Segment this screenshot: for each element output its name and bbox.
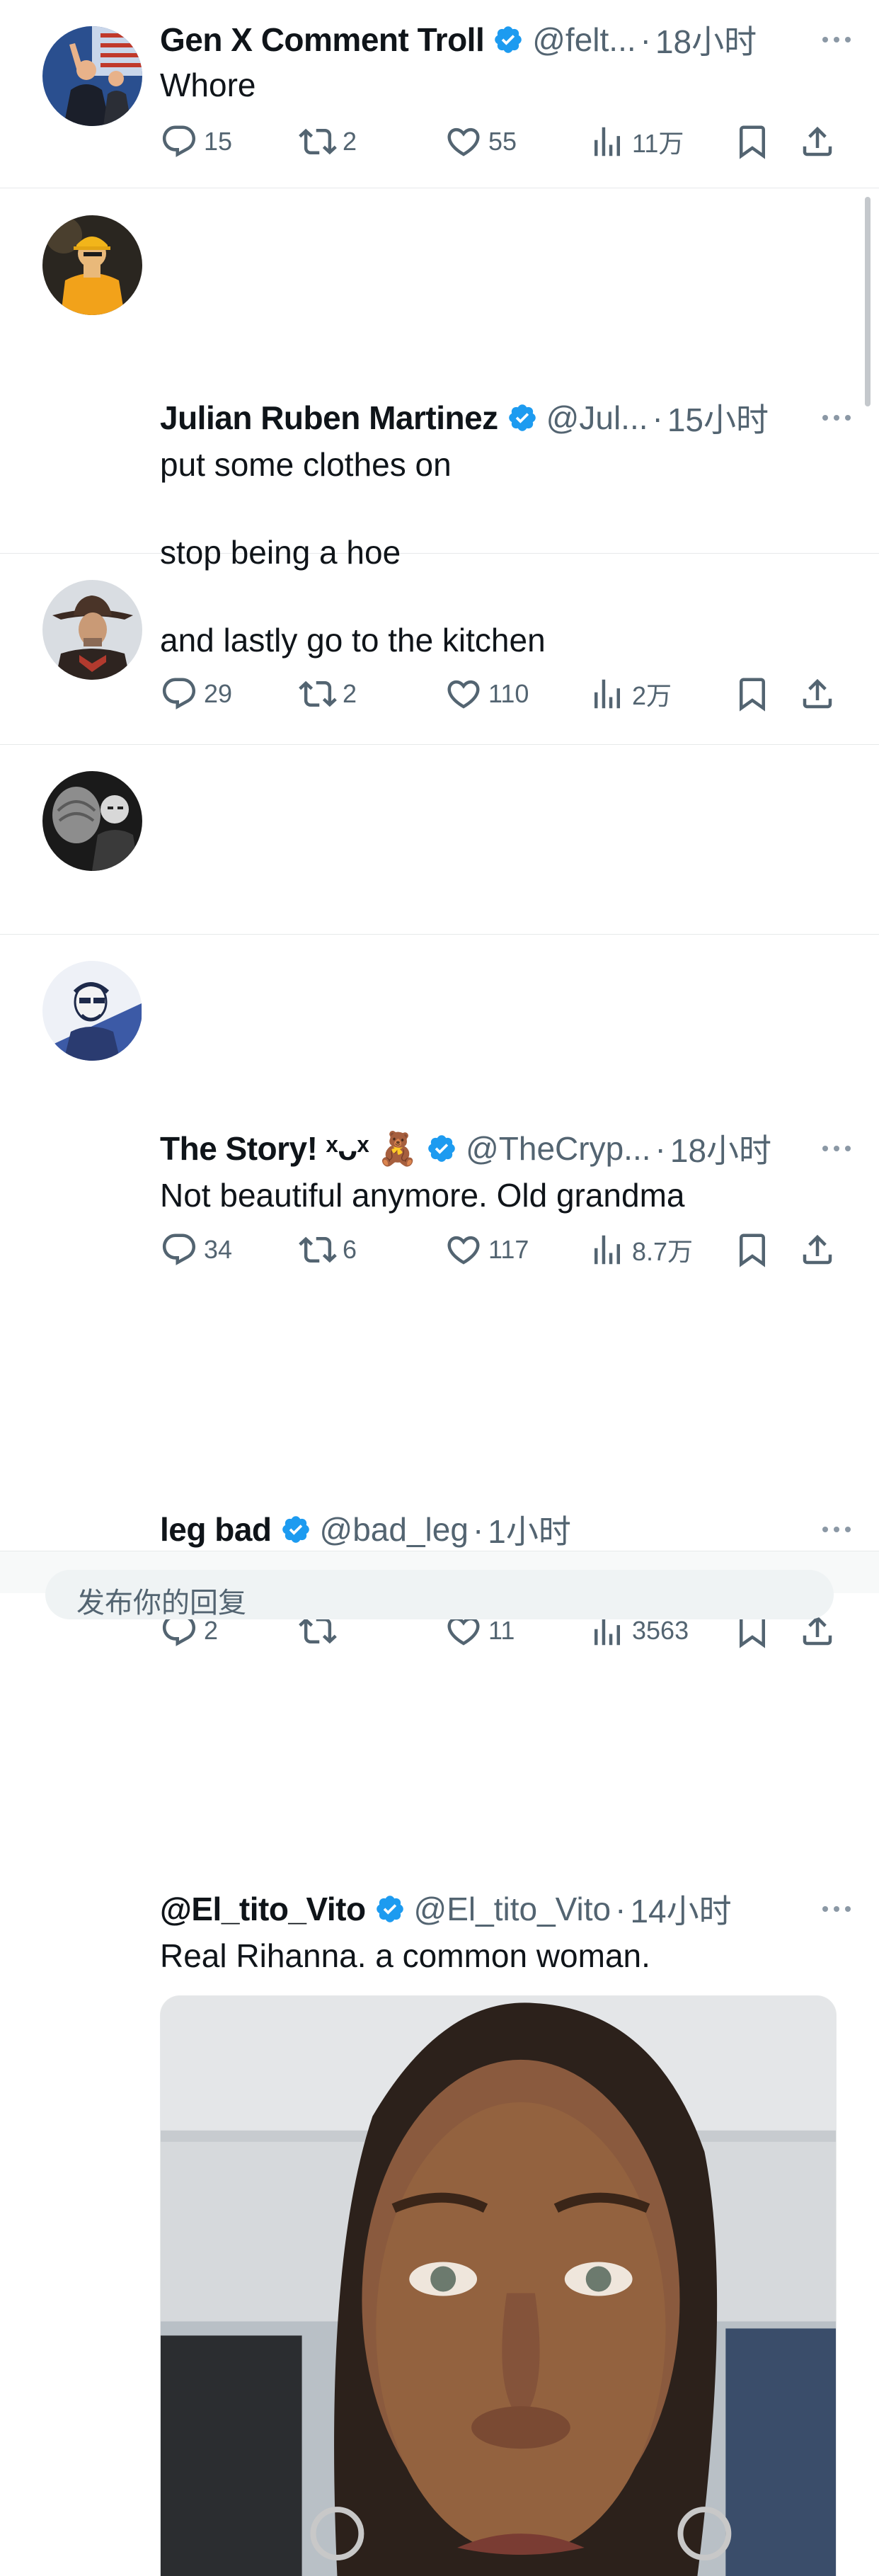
- avatar-photo-icon: [42, 215, 142, 315]
- bookmark-button[interactable]: [733, 120, 771, 163]
- avatar[interactable]: [42, 26, 142, 126]
- like-button[interactable]: 55: [444, 120, 517, 163]
- tweet-actions: 15 2 55 11万: [160, 120, 837, 163]
- avatar[interactable]: [42, 771, 142, 871]
- avatar[interactable]: [42, 961, 142, 1061]
- avatar-photo-icon: [42, 771, 142, 871]
- avatar[interactable]: [42, 215, 142, 315]
- tweet-photo[interactable]: [160, 1995, 837, 2576]
- tweet-header: Gen X Comment Troll @felt... · 18小时: [160, 18, 851, 61]
- separator-dot: ·: [652, 399, 663, 436]
- reply-placeholder: 发布你的回复: [76, 1588, 246, 1619]
- author-name[interactable]: Julian Ruben Martinez: [160, 399, 498, 437]
- more-options-icon[interactable]: [822, 397, 851, 439]
- like-count: 55: [488, 127, 517, 156]
- avatar[interactable]: [42, 580, 142, 680]
- timeline-feed: Gen X Comment Troll @felt... · 18小时 Whor…: [0, 0, 879, 2576]
- heart-icon: [447, 127, 480, 156]
- verified-badge-icon: [508, 404, 536, 431]
- share-button[interactable]: [798, 120, 837, 163]
- tweet-header: @El_tito_Vito @El_tito_Vito · 14小时: [160, 1888, 851, 1930]
- views-icon: [594, 127, 620, 156]
- timestamp[interactable]: 18小时: [655, 16, 757, 63]
- reply-input[interactable]: 发布你的回复: [45, 1570, 834, 1619]
- verified-badge-icon: [495, 26, 522, 53]
- reply-icon: [162, 125, 196, 157]
- verified-badge-icon: [376, 1896, 403, 1922]
- timestamp[interactable]: 15小时: [667, 394, 769, 441]
- timestamp[interactable]: 14小时: [630, 1886, 731, 1932]
- share-icon: [803, 126, 832, 156]
- portrait-photo-icon: [161, 1996, 836, 2576]
- author-name[interactable]: Gen X Comment Troll: [160, 21, 485, 59]
- tweet-text: Whore: [160, 67, 256, 103]
- repost-button[interactable]: 2: [299, 120, 357, 163]
- more-options-icon[interactable]: [822, 1888, 851, 1930]
- repost-count: 2: [343, 127, 357, 156]
- tweet[interactable]: Gen X Comment Troll @felt... · 18小时 Whor…: [0, 0, 879, 188]
- view-count: 11万: [632, 129, 684, 158]
- tweet-header: Julian Ruben Martinez @Jul... · 15小时: [160, 397, 851, 439]
- reply-button[interactable]: 15: [160, 120, 232, 163]
- reply-count: 15: [204, 127, 233, 156]
- author-handle[interactable]: @felt...: [532, 21, 636, 59]
- separator-dot: ·: [615, 1891, 626, 1927]
- author-handle[interactable]: @El_tito_Vito: [414, 1890, 611, 1928]
- avatar-photo-icon: [42, 580, 142, 680]
- tweet[interactable]: The Story! ˣᴗˣ 🧸 @TheCryp... · 18小时 Not …: [0, 554, 879, 1267]
- repost-icon: [299, 128, 337, 155]
- author-name[interactable]: @El_tito_Vito: [160, 1890, 366, 1928]
- bookmark-icon: [740, 125, 765, 159]
- view-count: 3563: [632, 1616, 689, 1645]
- scrollbar[interactable]: [865, 197, 871, 406]
- tweet-text: Real Rihanna. a common woman.: [160, 1937, 650, 1974]
- author-handle[interactable]: @Jul...: [546, 399, 648, 437]
- tweet[interactable]: leg bad @bad_leg · 1小时 N. 2 11: [0, 745, 879, 1648]
- views-button[interactable]: 11万: [588, 120, 684, 163]
- like-count: 11: [488, 1616, 515, 1645]
- reply-compose-bar: 发布你的回复: [0, 1551, 879, 1619]
- avatar-illustration-icon: [42, 961, 142, 1061]
- more-options-icon[interactable]: [822, 18, 851, 61]
- tweet[interactable]: Julian Ruben Martinez @Jul... · 15小时 put…: [0, 188, 879, 712]
- avatar-photo-icon: [42, 26, 142, 126]
- tweet[interactable]: @El_tito_Vito @El_tito_Vito · 14小时 Real …: [0, 935, 879, 2576]
- separator-dot: ·: [640, 21, 651, 58]
